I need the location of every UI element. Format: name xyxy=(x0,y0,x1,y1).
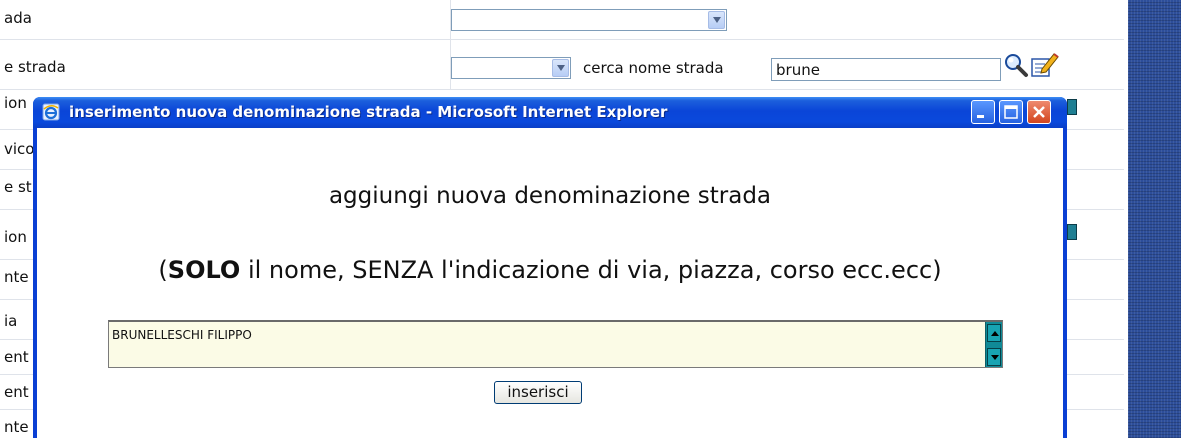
popup-window: inserimento nuova denominazione strada -… xyxy=(33,97,1067,438)
window-title: inserimento nuova denominazione strada -… xyxy=(69,103,668,121)
chevron-down-icon[interactable] xyxy=(708,11,725,29)
form-row-label: nte xyxy=(4,418,29,436)
close-icon xyxy=(1033,106,1045,118)
scroll-up-button[interactable] xyxy=(987,324,1001,342)
popup-heading: aggiungi nuova denominazione strada xyxy=(328,183,772,209)
search-street-label: cerca nome strada xyxy=(583,59,724,77)
form-row-label: nte xyxy=(4,268,29,286)
popup-instruction: (SOLO il nome, SENZA l'indicazione di vi… xyxy=(37,253,1063,288)
street-name-textarea[interactable]: BRUNELLESCHI FILIPPO xyxy=(108,320,1003,368)
form-row-label: ion xyxy=(4,94,27,112)
minimize-icon xyxy=(977,115,984,118)
instruction-open-paren: ( xyxy=(158,256,168,284)
form-row-label: ia xyxy=(4,312,18,330)
spinner-handle[interactable] xyxy=(1067,224,1077,240)
maximize-button[interactable] xyxy=(999,100,1023,124)
form-row-label: ada xyxy=(4,9,32,27)
edit-address-icon[interactable] xyxy=(1030,50,1060,78)
minimize-button[interactable] xyxy=(971,100,995,124)
instruction-text: il nome, SENZA l'indicazione di via, pia… xyxy=(240,256,942,284)
form-row-label: e strada xyxy=(4,58,66,76)
instruction-emphasis: SOLO xyxy=(167,256,241,284)
window-titlebar[interactable]: inserimento nuova denominazione strada -… xyxy=(33,97,1067,128)
spinner-handle[interactable] xyxy=(1067,99,1077,115)
form-row: ada xyxy=(0,0,1128,40)
form-row-label: ent xyxy=(4,383,29,401)
ie-logo-icon xyxy=(42,103,60,121)
arrow-up-icon xyxy=(991,331,999,336)
popup-content: aggiungi nuova denominazione strada (SOL… xyxy=(37,128,1063,438)
form-row-label: ion xyxy=(4,228,27,246)
magnifier-icon[interactable] xyxy=(1003,52,1029,78)
maximize-icon xyxy=(1004,105,1018,119)
chevron-down-icon[interactable] xyxy=(552,59,569,77)
side-panel xyxy=(1128,0,1181,438)
insert-button[interactable]: inserisci xyxy=(494,381,582,404)
close-button[interactable] xyxy=(1027,100,1051,124)
form-row-label: ent xyxy=(4,348,29,366)
street-name-select[interactable] xyxy=(451,57,571,79)
scroll-down-button[interactable] xyxy=(987,348,1001,366)
textarea-scrollbar[interactable] xyxy=(985,322,1002,367)
street-name-value: BRUNELLESCHI FILIPPO xyxy=(112,328,252,342)
search-street-input[interactable] xyxy=(771,58,1001,81)
form-row-label: e st xyxy=(4,178,32,196)
form-row-label: vico xyxy=(4,140,35,158)
arrow-down-icon xyxy=(991,355,999,360)
street-type-select[interactable] xyxy=(451,9,727,31)
